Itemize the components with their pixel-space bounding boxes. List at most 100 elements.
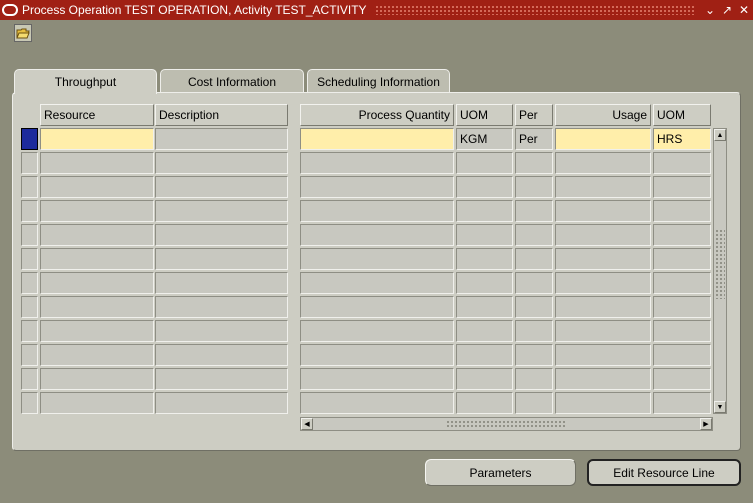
cell-uom1[interactable] xyxy=(456,176,513,198)
cell-usage[interactable] xyxy=(555,224,651,246)
cell-uom2[interactable] xyxy=(653,368,711,390)
cell-resource[interactable] xyxy=(40,224,154,246)
record-indicator[interactable] xyxy=(21,296,38,318)
parameters-button[interactable]: Parameters xyxy=(425,459,576,486)
record-indicator[interactable] xyxy=(21,128,38,150)
cell-usage[interactable] xyxy=(555,344,651,366)
cell-uom2[interactable] xyxy=(653,272,711,294)
record-indicator[interactable] xyxy=(21,176,38,198)
scroll-thumb[interactable] xyxy=(715,229,725,299)
cell-usage[interactable] xyxy=(555,152,651,174)
cell-process-quantity[interactable] xyxy=(300,296,454,318)
record-indicator[interactable] xyxy=(21,368,38,390)
cell-usage[interactable] xyxy=(555,368,651,390)
cell-uom1[interactable] xyxy=(456,344,513,366)
cell-uom1[interactable] xyxy=(456,272,513,294)
cell-description[interactable] xyxy=(155,344,288,366)
cell-description[interactable] xyxy=(155,176,288,198)
cell-resource[interactable] xyxy=(40,392,154,414)
cell-per[interactable] xyxy=(515,392,553,414)
cell-uom1[interactable] xyxy=(456,392,513,414)
cell-uom1[interactable]: KGM xyxy=(456,128,513,150)
cell-process-quantity[interactable] xyxy=(300,368,454,390)
cell-process-quantity[interactable] xyxy=(300,392,454,414)
record-indicator[interactable] xyxy=(21,272,38,294)
record-indicator[interactable] xyxy=(21,200,38,222)
record-indicator[interactable] xyxy=(21,320,38,342)
cell-per[interactable] xyxy=(515,224,553,246)
cell-uom1[interactable] xyxy=(456,296,513,318)
cell-usage[interactable] xyxy=(555,176,651,198)
cell-resource[interactable] xyxy=(40,128,154,150)
record-indicator[interactable] xyxy=(21,224,38,246)
cell-process-quantity[interactable] xyxy=(300,128,454,150)
cell-uom1[interactable] xyxy=(456,224,513,246)
scroll-right-icon[interactable]: ▶ xyxy=(700,418,712,430)
cell-resource[interactable] xyxy=(40,320,154,342)
cell-usage[interactable] xyxy=(555,248,651,270)
cell-process-quantity[interactable] xyxy=(300,152,454,174)
cell-uom2[interactable] xyxy=(653,152,711,174)
record-indicator[interactable] xyxy=(21,152,38,174)
cell-uom2[interactable] xyxy=(653,224,711,246)
scroll-left-icon[interactable]: ◀ xyxy=(301,418,313,430)
cell-per[interactable] xyxy=(515,368,553,390)
cell-resource[interactable] xyxy=(40,344,154,366)
cell-per[interactable] xyxy=(515,200,553,222)
cell-uom2[interactable] xyxy=(653,344,711,366)
cell-per[interactable]: Per xyxy=(515,128,553,150)
vertical-scrollbar[interactable]: ▲ ▼ xyxy=(713,128,727,414)
cell-description[interactable] xyxy=(155,152,288,174)
cell-description[interactable] xyxy=(155,392,288,414)
cell-per[interactable] xyxy=(515,296,553,318)
cell-per[interactable] xyxy=(515,272,553,294)
cell-process-quantity[interactable] xyxy=(300,200,454,222)
cell-process-quantity[interactable] xyxy=(300,176,454,198)
cell-resource[interactable] xyxy=(40,176,154,198)
cell-process-quantity[interactable] xyxy=(300,248,454,270)
cell-usage[interactable] xyxy=(555,128,651,150)
cell-per[interactable] xyxy=(515,344,553,366)
cell-resource[interactable] xyxy=(40,368,154,390)
tab-cost-information[interactable]: Cost Information xyxy=(160,69,304,93)
cell-description[interactable] xyxy=(155,320,288,342)
cell-resource[interactable] xyxy=(40,152,154,174)
cell-resource[interactable] xyxy=(40,296,154,318)
minimize-icon[interactable]: ⌄ xyxy=(702,2,718,18)
cell-description[interactable] xyxy=(155,272,288,294)
record-indicator[interactable] xyxy=(21,392,38,414)
cell-uom2[interactable] xyxy=(653,296,711,318)
cell-uom1[interactable] xyxy=(456,200,513,222)
hscroll-thumb[interactable] xyxy=(446,420,566,428)
cell-uom2[interactable] xyxy=(653,200,711,222)
cell-per[interactable] xyxy=(515,320,553,342)
cell-uom2[interactable]: HRS xyxy=(653,128,711,150)
cell-description[interactable] xyxy=(155,296,288,318)
record-indicator[interactable] xyxy=(21,344,38,366)
record-indicator[interactable] xyxy=(21,248,38,270)
cell-usage[interactable] xyxy=(555,320,651,342)
folder-open-button[interactable] xyxy=(14,24,32,42)
cell-uom2[interactable] xyxy=(653,320,711,342)
cell-per[interactable] xyxy=(515,152,553,174)
cell-process-quantity[interactable] xyxy=(300,344,454,366)
cell-uom2[interactable] xyxy=(653,392,711,414)
title-grip[interactable] xyxy=(374,5,696,15)
cell-description[interactable] xyxy=(155,224,288,246)
cell-uom1[interactable] xyxy=(456,320,513,342)
cell-usage[interactable] xyxy=(555,200,651,222)
cell-description[interactable] xyxy=(155,200,288,222)
cell-uom1[interactable] xyxy=(456,248,513,270)
cell-per[interactable] xyxy=(515,248,553,270)
cell-description[interactable] xyxy=(155,248,288,270)
cell-resource[interactable] xyxy=(40,248,154,270)
scroll-up-icon[interactable]: ▲ xyxy=(714,129,726,141)
tab-throughput[interactable]: Throughput xyxy=(14,69,157,94)
cell-uom1[interactable] xyxy=(456,152,513,174)
cell-uom2[interactable] xyxy=(653,176,711,198)
horizontal-scrollbar[interactable]: ◀ ▶ xyxy=(300,417,713,431)
cell-process-quantity[interactable] xyxy=(300,272,454,294)
close-icon[interactable]: ✕ xyxy=(736,2,752,18)
cell-usage[interactable] xyxy=(555,296,651,318)
scroll-down-icon[interactable]: ▼ xyxy=(714,401,726,413)
